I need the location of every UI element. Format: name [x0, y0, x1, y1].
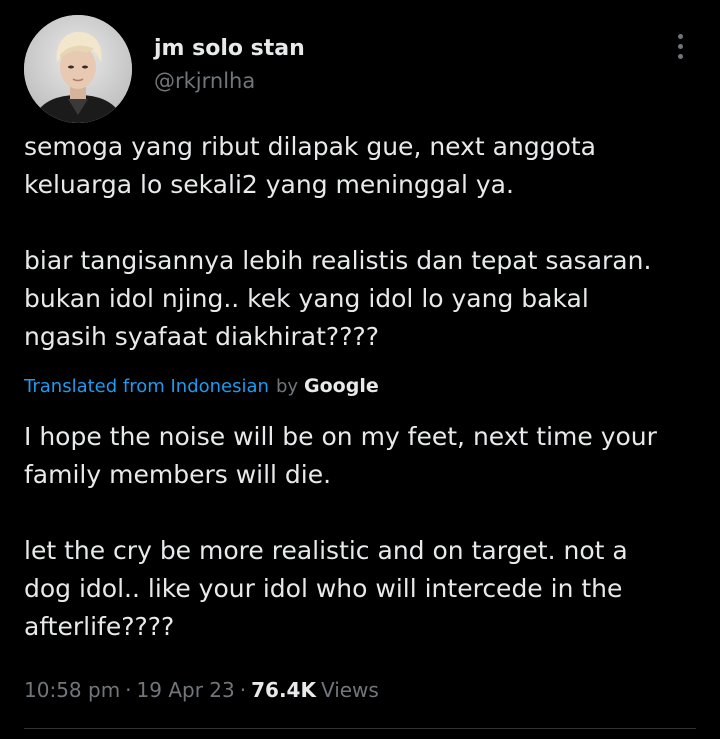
separator: ·	[239, 678, 247, 702]
translated-from-link[interactable]: Translated from Indonesian	[24, 376, 269, 397]
separator: ·	[125, 678, 132, 702]
more-vertical-icon	[677, 43, 683, 49]
divider	[24, 728, 696, 729]
views-label: Views	[320, 678, 379, 702]
views-count[interactable]: 76.4K	[251, 678, 316, 702]
translation-by-label: by	[275, 375, 299, 397]
avatar-image	[24, 15, 132, 123]
tweet-date[interactable]: 19 Apr 23	[137, 678, 235, 702]
translation-attribution: Translated from Indonesian by Google	[24, 371, 379, 401]
tweet-metadata: 10:58 pm · 19 Apr 23 · 76.4K Views	[24, 675, 379, 705]
more-options-button[interactable]	[664, 30, 696, 62]
tweet-original-text: semoga yang ribut dilapak gue, next angg…	[24, 132, 652, 351]
author-handle[interactable]: @rkjrnlha	[154, 68, 255, 94]
author-display-name[interactable]: jm solo stan	[154, 36, 305, 62]
tweet: jm solo stan @rkjrnlha semoga yang ribut…	[0, 0, 720, 739]
google-logo: Google	[304, 375, 379, 397]
more-vertical-icon	[677, 33, 683, 39]
tweet-time[interactable]: 10:58 pm	[24, 678, 120, 702]
tweet-translated-text: I hope the noise will be on my feet, nex…	[24, 422, 657, 641]
more-vertical-icon	[677, 53, 683, 59]
avatar[interactable]	[24, 15, 132, 123]
